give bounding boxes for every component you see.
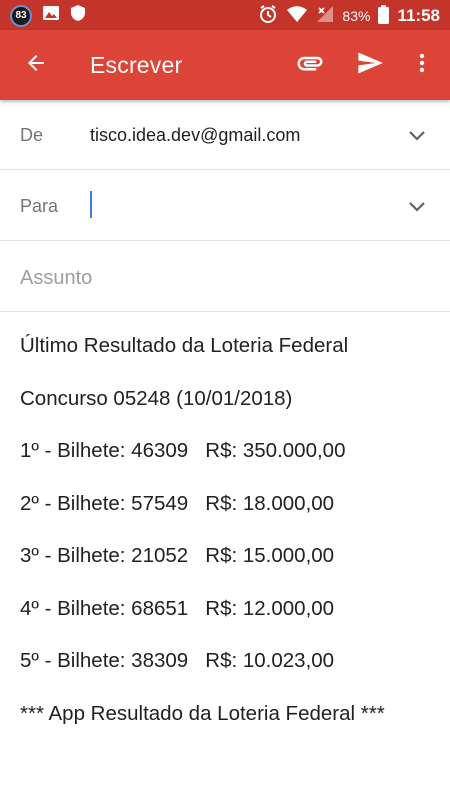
- more-options-button[interactable]: [400, 43, 444, 87]
- status-right: 83% 11:58: [258, 4, 440, 28]
- attach-button[interactable]: [288, 43, 332, 87]
- body-line: 1º - Bilhete: 46309 R$: 350.000,00: [20, 439, 346, 462]
- chevron-down-icon[interactable]: [404, 194, 430, 220]
- body-line: Concurso 05248 (10/01/2018): [20, 386, 293, 410]
- image-icon: [42, 4, 60, 27]
- shield-icon: [70, 4, 86, 27]
- wifi-icon: [286, 5, 308, 27]
- from-row: De tisco.idea.dev@gmail.com: [0, 100, 450, 170]
- status-bar: 83 83% 11:58: [0, 0, 450, 30]
- arrow-back-icon: [24, 51, 48, 80]
- body-line: 5º - Bilhete: 38309 R$: 10.023,00: [20, 649, 335, 672]
- to-row: Para: [0, 171, 450, 241]
- body-line: *** App Resultado da Loteria Federal ***: [20, 701, 385, 725]
- battery-icon: [378, 4, 390, 28]
- subject-field[interactable]: Assunto: [20, 267, 92, 290]
- status-left: 83: [10, 4, 86, 27]
- signal-icon: [316, 5, 334, 27]
- body-line: 4º - Bilhete: 68651 R$: 12.000,00: [20, 596, 335, 620]
- paperclip-icon: [295, 48, 325, 83]
- body-line: 3º - Bilhete: 21052 R$: 15.000,00: [20, 544, 335, 567]
- more-vert-icon: [410, 51, 434, 80]
- battery-percent: 83%: [342, 8, 371, 24]
- send-button[interactable]: [348, 43, 392, 87]
- subject-row[interactable]: Assunto: [0, 242, 450, 312]
- to-label: Para: [20, 196, 59, 216]
- app-bar: Escrever: [0, 30, 450, 100]
- page-title: Escrever: [90, 52, 183, 78]
- message-body[interactable]: Último Resultado da Loteria Federal Conc…: [20, 332, 440, 752]
- notification-badge: 83: [10, 4, 32, 27]
- chevron-down-icon[interactable]: [404, 123, 430, 149]
- alarm-icon: [258, 4, 278, 28]
- status-time: 11:58: [397, 6, 440, 25]
- text-cursor: [90, 191, 92, 218]
- to-field[interactable]: [90, 196, 380, 224]
- body-line: 2º - Bilhete: 57549 R$: 18.000,00: [20, 491, 335, 515]
- from-account-select[interactable]: tisco.idea.dev@gmail.com: [90, 125, 300, 146]
- from-label: De: [20, 125, 44, 145]
- back-button[interactable]: [14, 43, 58, 87]
- send-icon: [356, 49, 384, 82]
- body-line: Último Resultado da Loteria Federal: [20, 334, 349, 357]
